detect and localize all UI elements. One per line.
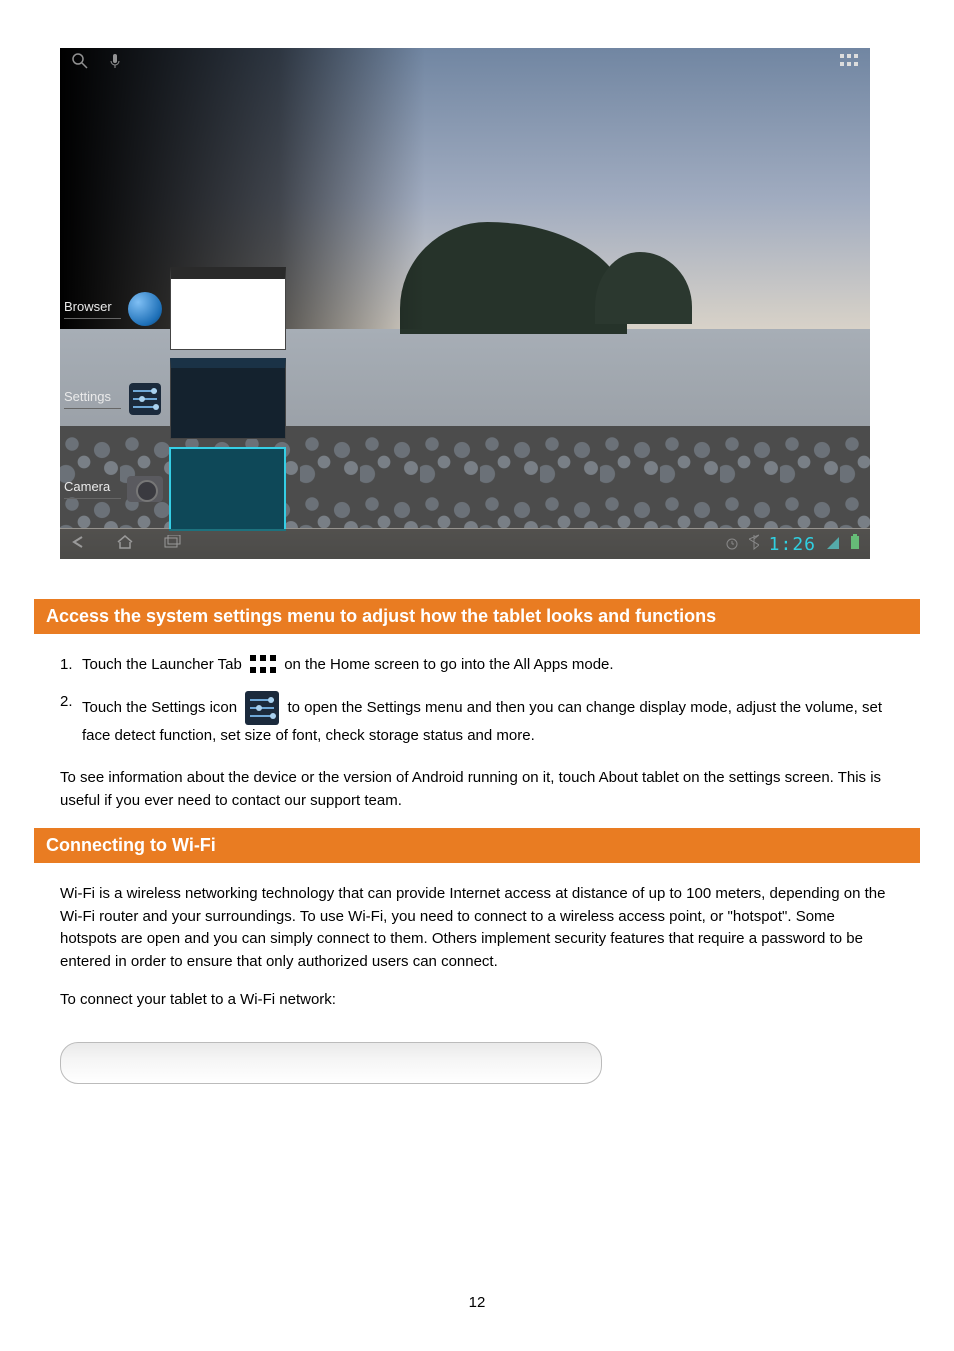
- recent-app-settings[interactable]: Settings: [60, 354, 290, 443]
- apps-grid-icon[interactable]: [840, 54, 858, 68]
- home-icon[interactable]: [116, 534, 134, 555]
- bluetooth-icon[interactable]: [749, 534, 759, 555]
- status-bar: [60, 48, 870, 76]
- recent-icon[interactable]: [162, 535, 182, 554]
- sliders-icon: [127, 380, 163, 418]
- step-text: Touch the Settings icon: [82, 698, 241, 715]
- section-header-settings: Access the system settings menu to adjus…: [34, 599, 920, 634]
- recent-label: Camera: [64, 479, 121, 499]
- mic-icon[interactable]: [110, 53, 120, 72]
- battery-icon: [850, 534, 860, 555]
- clock-text[interactable]: 1:26: [769, 534, 816, 555]
- camera-icon: [127, 470, 163, 508]
- recent-app-browser[interactable]: Browser: [60, 263, 290, 354]
- recent-thumb: [170, 267, 287, 350]
- step-text: on the Home screen to go into the All Ap…: [284, 656, 613, 673]
- settings-section-body: Touch the Launcher Tab on the Home scree…: [60, 654, 894, 812]
- wifi-list-lead: To connect your tablet to a Wi-Fi networ…: [60, 989, 894, 1012]
- settings-icon: [245, 691, 279, 725]
- section-header-text: Connecting to Wi-Fi: [46, 835, 216, 855]
- signal-icon: [826, 534, 840, 555]
- recent-apps-panel: Browser Settings Camera: [60, 263, 290, 535]
- apps-grid-icon: [250, 655, 276, 675]
- step-1: Touch the Launcher Tab on the Home scree…: [60, 654, 894, 677]
- rounded-callout-band: [60, 1042, 602, 1084]
- navigation-bar: 1:26: [60, 529, 870, 559]
- page-number: 12: [0, 1294, 954, 1311]
- alarm-icon[interactable]: [725, 534, 739, 555]
- settings-paragraph: To see information about the device or t…: [60, 767, 894, 812]
- step-text: Touch the Launcher Tab: [82, 656, 246, 673]
- recent-label: Settings: [64, 389, 121, 409]
- section-header-text: Access the system settings menu to adjus…: [46, 606, 716, 626]
- recent-thumb: [169, 447, 286, 531]
- back-icon[interactable]: [70, 535, 88, 554]
- step-2: Touch the Settings icon to open the Sett…: [60, 691, 894, 748]
- wifi-section-body: Wi-Fi is a wireless networking technolog…: [60, 883, 894, 1012]
- recent-label: Browser: [64, 299, 121, 319]
- tablet-screenshot: Browser Settings Camera: [60, 48, 870, 559]
- wifi-intro: Wi-Fi is a wireless networking technolog…: [60, 883, 894, 973]
- section-header-wifi: Connecting to Wi-Fi: [34, 828, 920, 863]
- recent-thumb: [170, 358, 287, 439]
- recent-app-camera[interactable]: Camera: [60, 443, 290, 535]
- globe-icon: [127, 290, 163, 328]
- search-icon[interactable]: [72, 53, 88, 72]
